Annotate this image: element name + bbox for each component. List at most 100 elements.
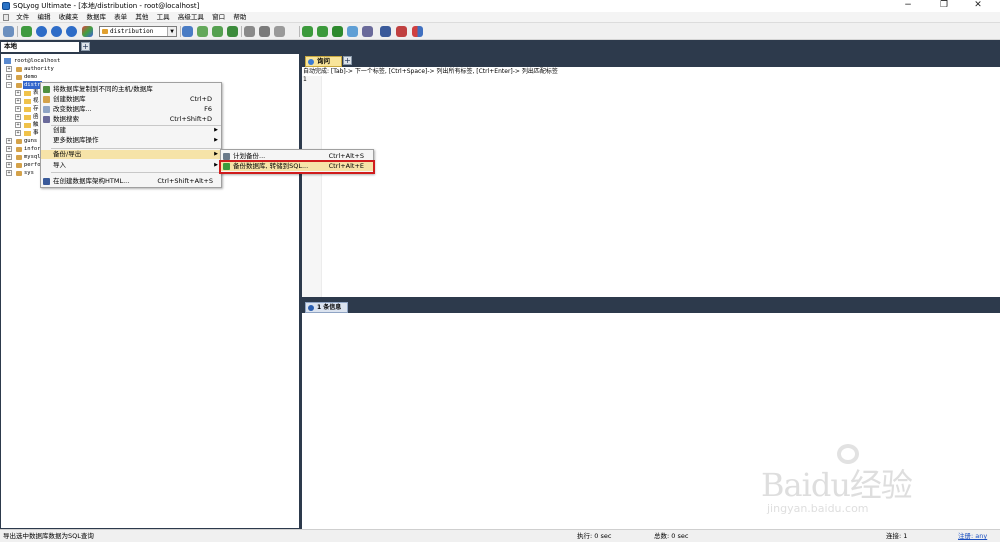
chevron-right-icon: ▶ [214, 162, 218, 168]
register-link[interactable]: 注册: any [958, 530, 987, 542]
schema-designer-icon[interactable] [347, 26, 358, 37]
tab-query[interactable]: 询问 [305, 56, 342, 67]
autocomplete-hint: 自动完成: [Tab]-> 下一个标签, [Ctrl+Space]-> 列出所有… [303, 68, 558, 75]
tree-item-label: distr [23, 81, 42, 89]
menu-other[interactable]: 其他 [132, 12, 151, 23]
new-connection-icon[interactable] [3, 26, 14, 37]
execute-query-icon[interactable] [36, 26, 47, 37]
stop-query-icon[interactable] [66, 26, 77, 37]
database-icon [16, 155, 22, 160]
expand-icon[interactable]: + [6, 154, 12, 160]
report-icon[interactable] [396, 26, 407, 37]
add-connection-tab-button[interactable]: + [81, 42, 90, 51]
menu-item-backup-export[interactable]: 备份/导出 ▶ [41, 150, 221, 159]
expand-icon[interactable]: + [15, 130, 21, 136]
restore-icon[interactable] [317, 26, 328, 37]
table-data-icon[interactable] [259, 26, 270, 37]
edit-database-icon [43, 106, 50, 113]
toolbar-separator [299, 26, 300, 37]
compare-icon[interactable] [412, 26, 423, 37]
query-editor[interactable]: 自动完成: [Tab]-> 下一个标签, [Ctrl+Space]-> 列出所有… [302, 67, 1000, 297]
add-query-tab-button[interactable]: + [343, 56, 352, 65]
table-designer-icon[interactable] [244, 26, 255, 37]
maximize-button[interactable]: ❐ [929, 0, 959, 11]
menu-item-more-database-operations[interactable]: 更多数据库操作 ▶ [41, 136, 221, 145]
schema-sync-icon[interactable] [197, 26, 208, 37]
database-icon [102, 29, 108, 34]
execute-all-icon[interactable] [51, 26, 62, 37]
format-query-icon[interactable] [82, 26, 93, 37]
menu-window[interactable]: 窗口 [209, 12, 228, 23]
expand-icon[interactable]: + [15, 98, 21, 104]
expand-icon[interactable]: + [6, 74, 12, 80]
tree-item-label: infor [24, 146, 41, 152]
menu-item-data-search[interactable]: 数据搜索 Ctrl+Shift+D [41, 115, 221, 124]
database-select[interactable]: distribution ▼ [99, 26, 177, 37]
expand-icon[interactable]: + [6, 146, 12, 152]
minimize-button[interactable]: − [893, 0, 923, 11]
data-search-icon[interactable] [362, 26, 373, 37]
tree-item-label: mysql [24, 154, 41, 160]
scheduler-icon[interactable] [332, 26, 343, 37]
expand-icon[interactable]: + [6, 170, 12, 176]
expand-icon[interactable]: + [6, 66, 12, 72]
tab-local-connection[interactable]: 本地 [1, 42, 79, 52]
folder-icon [24, 123, 31, 128]
menu-separator [51, 148, 221, 149]
menu-database[interactable]: 数据库 [83, 12, 109, 23]
expand-icon[interactable]: + [15, 90, 21, 96]
status-exec-time: 执行: 0 sec [577, 532, 612, 540]
menu-table[interactable]: 表单 [111, 12, 130, 23]
menu-item-copy-database[interactable]: 将数据库复制到不同的主机/数据库 [41, 85, 221, 94]
database-icon [16, 171, 22, 176]
menu-item-alter-database[interactable]: 改变数据库... F6 [41, 105, 221, 114]
tab-messages[interactable]: 1 条信息 [305, 302, 348, 313]
close-button[interactable]: ✕ [963, 0, 993, 11]
user-manager-icon[interactable] [182, 26, 193, 37]
menu-item-create[interactable]: 创建 ▶ [41, 126, 221, 135]
document-icon[interactable] [3, 14, 9, 21]
search-icon [43, 116, 50, 123]
tree-child-label: 函 [33, 114, 39, 120]
folder-icon [24, 107, 31, 112]
menu-advanced-tools[interactable]: 高级工具 [175, 12, 207, 23]
menu-item-schema-html[interactable]: 在创建数据库架构HTML... Ctrl+Shift+Alt+S [41, 177, 221, 186]
menu-edit[interactable]: 编辑 [34, 12, 53, 23]
expand-icon[interactable]: + [15, 106, 21, 112]
menu-item-create-database[interactable]: 创建数据库 Ctrl+D [41, 95, 221, 104]
tree-child-label: 事 [33, 130, 39, 136]
monitor-icon[interactable] [380, 26, 391, 37]
refresh-icon[interactable] [21, 26, 32, 37]
database-select-value: distribution [110, 28, 154, 35]
collapse-icon[interactable]: − [6, 82, 12, 88]
tab-messages-label: 1 条信息 [317, 304, 342, 311]
query-builder-icon[interactable] [274, 26, 285, 37]
menu-file[interactable]: 文件 [13, 12, 32, 23]
menu-tools[interactable]: 工具 [154, 12, 173, 23]
toolbar: distribution ▼ [0, 23, 1000, 40]
chevron-right-icon: ▶ [214, 151, 218, 157]
window-title: SQLyog Ultimate - [本地/distribution - roo… [13, 2, 200, 10]
data-sync-icon[interactable] [212, 26, 223, 37]
expand-icon[interactable]: + [6, 138, 12, 144]
backup-icon[interactable] [302, 26, 313, 37]
html-schema-icon [43, 178, 50, 185]
tree-root-label: root@localhost [14, 58, 61, 64]
database-icon [16, 67, 22, 72]
line-number: 1 [303, 76, 307, 83]
expand-icon[interactable]: + [15, 122, 21, 128]
menu-favorites[interactable]: 收藏夹 [56, 12, 82, 23]
chevron-down-icon[interactable]: ▼ [167, 27, 176, 36]
database-icon [16, 163, 22, 168]
menu-help[interactable]: 帮助 [230, 12, 249, 23]
toolbar-separator [17, 26, 18, 37]
menu-item-import[interactable]: 导入 ▶ [41, 161, 221, 170]
expand-icon[interactable]: + [15, 114, 21, 120]
import-data-icon[interactable] [227, 26, 238, 37]
info-icon [308, 305, 314, 311]
scheduler-icon [223, 153, 230, 160]
expand-icon[interactable]: + [6, 162, 12, 168]
app-icon [2, 2, 10, 10]
toolbar-separator [241, 26, 242, 37]
query-workspace: 询问 + 自动完成: [Tab]-> 下一个标签, [Ctrl+Space]->… [302, 52, 1000, 529]
